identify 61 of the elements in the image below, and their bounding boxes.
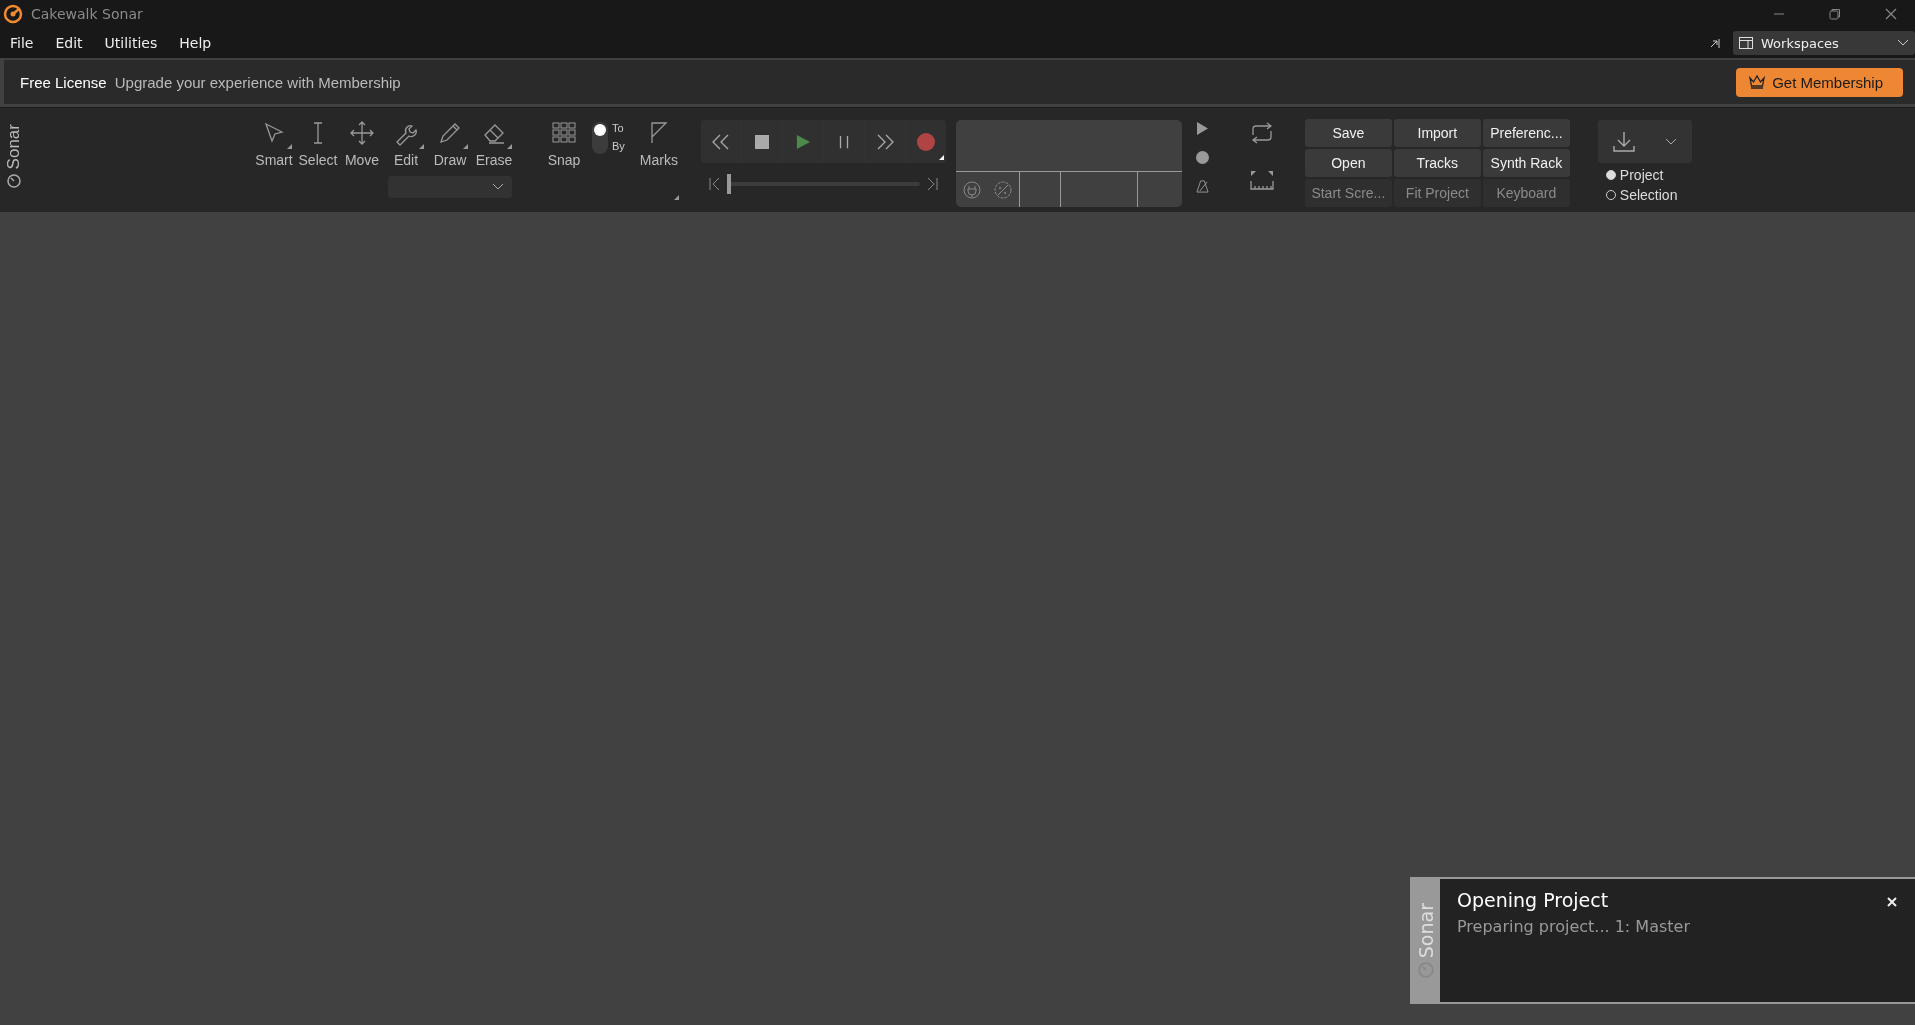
gauge-icon: [7, 173, 21, 188]
move-arrows-icon: [349, 120, 375, 146]
toolbar-button[interactable]: Tracks: [1393, 149, 1481, 177]
sonar-label: Sonar: [4, 124, 24, 170]
toast-message: Preparing project... 1: Master: [1457, 917, 1690, 936]
now-time-slider[interactable]: [726, 174, 731, 194]
rewind-icon: [710, 133, 731, 150]
play-icon[interactable]: [1196, 122, 1208, 135]
tool-button[interactable]: Draw: [428, 118, 472, 170]
membership-message: Upgrade your experience with Membership: [114, 73, 401, 91]
get-membership-button[interactable]: Get Membership: [1736, 67, 1903, 97]
restore-icon[interactable]: [1829, 8, 1841, 20]
play-icon: [795, 133, 810, 150]
stop-icon: [754, 134, 769, 149]
snap-mode-toggle[interactable]: [592, 122, 608, 154]
chevron-down-icon: [1665, 137, 1678, 146]
sonar-label: Sonar: [1415, 902, 1437, 959]
menu-item[interactable]: Help: [179, 35, 212, 51]
app-logo-icon: [3, 4, 23, 24]
radio-button[interactable]: [1605, 170, 1616, 180]
menu-item[interactable]: Edit: [55, 35, 83, 51]
tool-button[interactable]: Move: [340, 118, 384, 170]
radio-label: Project: [1619, 167, 1664, 183]
metronome-icon[interactable]: [1195, 180, 1209, 193]
menu-corner-icon: [938, 155, 944, 160]
toast-title: Opening Project: [1457, 889, 1610, 911]
palette-icon[interactable]: [994, 180, 1013, 199]
menu-corner-icon: [673, 195, 679, 200]
snap-mode-label: By: [612, 140, 625, 152]
workspaces-dropdown[interactable]: Workspaces: [1733, 31, 1915, 55]
chevron-down-icon: [1897, 39, 1909, 47]
toolbar-button[interactable]: Preferenc...: [1482, 119, 1570, 147]
crown-icon: [1748, 75, 1767, 89]
ruler-icon[interactable]: [1248, 169, 1275, 191]
export-button[interactable]: [1597, 120, 1692, 163]
tool-button[interactable]: Select: [296, 118, 340, 170]
record-icon: [916, 132, 935, 151]
window-layout-icon: [1739, 37, 1753, 49]
undock-icon[interactable]: [1709, 37, 1721, 49]
license-label: Free License: [20, 73, 107, 91]
snap-mode-label: To: [612, 122, 625, 134]
tool-button[interactable]: Erase: [472, 118, 516, 170]
snap-button[interactable]: Snap: [542, 118, 586, 202]
record-icon[interactable]: [1195, 151, 1209, 164]
plug-icon[interactable]: [962, 180, 981, 199]
grid-icon: [551, 120, 577, 146]
go-to-start-icon[interactable]: [708, 177, 721, 191]
marks-button[interactable]: Marks: [636, 118, 681, 202]
go-to-end-icon[interactable]: [925, 177, 938, 191]
tool-button[interactable]: Edit: [384, 118, 428, 170]
chevron-down-icon: [492, 183, 504, 191]
menu-item[interactable]: File: [10, 35, 34, 51]
toolbar-button[interactable]: Synth Rack: [1482, 149, 1570, 177]
toolbar-button[interactable]: Open: [1304, 149, 1392, 177]
menu-item[interactable]: Utilities: [104, 35, 158, 51]
toolbar-button[interactable]: Save: [1304, 119, 1392, 147]
tool-button[interactable]: Smart: [252, 118, 296, 170]
toolbar-button[interactable]: Import: [1393, 119, 1481, 147]
radio-label: Selection: [1619, 187, 1678, 203]
download-icon: [1612, 130, 1637, 153]
window-title: Cakewalk Sonar: [31, 6, 143, 22]
